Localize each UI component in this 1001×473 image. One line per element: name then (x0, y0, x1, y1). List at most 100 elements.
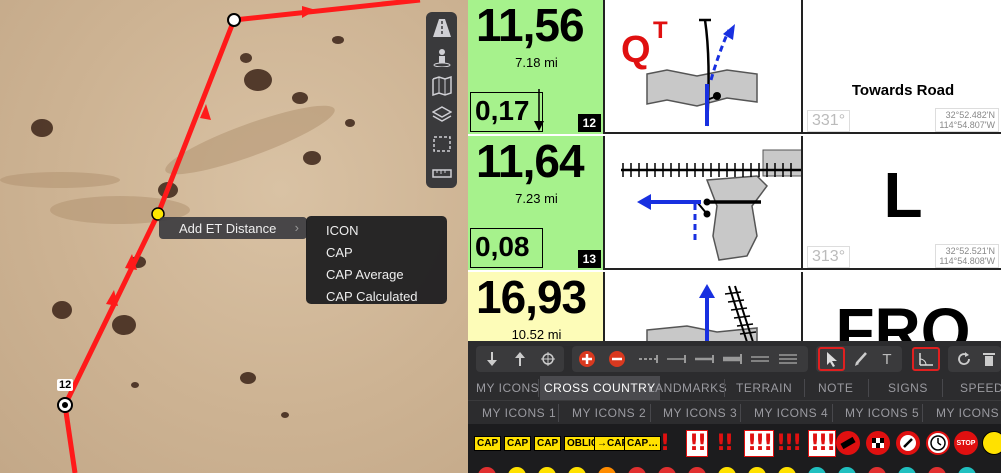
latitude: 32°52.521'N (945, 246, 995, 256)
submenu-item-cap-calculated[interactable]: CAP Calculated (306, 286, 447, 308)
color-dot[interactable] (688, 467, 706, 473)
add-circle-icon[interactable] (576, 347, 598, 371)
tab-my-icons-1[interactable]: MY ICONS 1 (482, 401, 556, 425)
roadbook-row[interactable]: 11,56 7.18 mi 0,17 12 Q T Towards Road 3… (468, 0, 1001, 134)
roadbook-row[interactable]: 16,93 10.52 mi FRO (468, 271, 1001, 341)
cap-calculated-icon[interactable]: CAP (534, 435, 562, 451)
move-up-icon[interactable] (510, 347, 530, 371)
tab-my-icons-2[interactable]: MY ICONS 2 (572, 401, 646, 425)
tab-my-icons-5[interactable]: MY ICONS 5 (845, 401, 919, 425)
context-menu-add-et-distance[interactable]: Add ET Distance › (159, 217, 307, 239)
checkered-flag-icon[interactable] (866, 431, 890, 455)
refresh-icon[interactable] (954, 347, 974, 371)
distance-cell[interactable]: 16,93 10.52 mi (468, 271, 605, 341)
danger-3-icon[interactable]: !!! (776, 431, 802, 456)
tulip-diagram[interactable] (607, 136, 803, 270)
map-view[interactable]: 12 Add ET Distance › ICON CAP CAP Averag… (0, 0, 468, 473)
line-thick-icon[interactable] (720, 347, 744, 371)
road-icon[interactable] (429, 15, 454, 40)
tulip-diagram[interactable]: Q T (607, 0, 803, 134)
cap-average-icon[interactable]: CAP (504, 435, 532, 451)
color-dot[interactable] (538, 467, 556, 473)
note-text: Towards Road (851, 82, 955, 99)
color-dot[interactable] (898, 467, 916, 473)
danger-3-box-icon[interactable]: !!! (744, 429, 775, 457)
edit-toolbar: T (468, 341, 1001, 376)
wrench-icon[interactable] (896, 431, 920, 455)
note-cell[interactable]: FRO (805, 272, 1001, 341)
cap-more-icon[interactable]: CAP… (624, 435, 662, 451)
trash-icon[interactable] (980, 347, 998, 371)
color-dot[interactable] (838, 467, 856, 473)
color-dot[interactable] (868, 467, 886, 473)
route-waypoint[interactable] (227, 13, 241, 27)
tab-divider (804, 379, 805, 397)
distance-cell[interactable]: 11,56 7.18 mi 0,17 12 (468, 0, 605, 134)
selection-icon[interactable] (429, 131, 454, 156)
danger-3-outline-icon[interactable]: !!! (808, 429, 836, 457)
text-tool-icon[interactable]: T (876, 347, 898, 371)
line-double-icon[interactable] (748, 347, 772, 371)
cap-icon[interactable]: CAP (474, 435, 502, 451)
color-dot[interactable] (658, 467, 676, 473)
stop-icon[interactable]: STOP (954, 431, 978, 455)
submenu-item-cap[interactable]: CAP (306, 242, 447, 264)
color-dot[interactable] (628, 467, 646, 473)
line-thin-icon[interactable] (664, 347, 688, 371)
move-down-icon[interactable] (482, 347, 502, 371)
color-dot[interactable] (478, 467, 496, 473)
note-cell[interactable]: Towards Road 331° 32°52.482'N 114°54.807… (805, 0, 1001, 134)
tab-my-icons-4[interactable]: MY ICONS 4 (754, 401, 828, 425)
line-medium-icon[interactable] (692, 347, 716, 371)
color-dot[interactable] (958, 467, 976, 473)
remove-circle-icon[interactable] (606, 347, 628, 371)
tab-divider (538, 379, 539, 397)
pen-tool-icon[interactable] (850, 347, 872, 371)
no-entry-icon[interactable] (836, 431, 860, 455)
heading: 331° (807, 110, 851, 132)
color-dot[interactable] (568, 467, 586, 473)
danger-2-box-icon[interactable]: !! (686, 429, 709, 457)
note-cell[interactable]: L 313° 32°52.521'N 114°54.808'W (805, 136, 1001, 270)
tab-my-icons-3[interactable]: MY ICONS 3 (663, 401, 737, 425)
tab-note[interactable]: NOTE (818, 376, 853, 400)
warning-icon[interactable] (982, 431, 1001, 455)
color-dot[interactable] (778, 467, 796, 473)
danger-2-icon[interactable]: !! (716, 431, 734, 456)
coordinates: 32°52.521'N 114°54.808'W (935, 244, 999, 268)
tab-my-icons-6[interactable]: MY ICONS 6 (936, 401, 1001, 425)
color-dot[interactable] (928, 467, 946, 473)
tab-speed[interactable]: SPEED (960, 376, 1001, 400)
pointer-tool-icon[interactable] (818, 347, 845, 371)
distance-cell[interactable]: 11,64 7.23 mi 0,08 13 (468, 135, 605, 270)
arrow-down-icon (534, 89, 544, 131)
submenu-item-cap-average[interactable]: CAP Average (306, 264, 447, 286)
color-dot[interactable] (748, 467, 766, 473)
tab-my-icons[interactable]: MY ICONS (476, 376, 539, 400)
tulip-diagram[interactable] (607, 272, 803, 341)
layers-icon[interactable] (429, 102, 454, 127)
angle-ruler-icon[interactable] (912, 347, 940, 371)
color-dot[interactable] (718, 467, 736, 473)
line-dashed-icon[interactable] (636, 347, 660, 371)
color-dot[interactable] (808, 467, 826, 473)
ruler-icon[interactable] (429, 160, 454, 185)
color-dot[interactable] (598, 467, 616, 473)
tab-signs[interactable]: SIGNS (888, 376, 928, 400)
distance-miles: 7.18 mi (515, 55, 558, 70)
tab-terrain[interactable]: TERRAIN (736, 376, 792, 400)
danger-1-icon[interactable]: ! (660, 431, 670, 456)
map-icon[interactable] (429, 73, 454, 98)
clock-icon[interactable] (926, 431, 950, 455)
line-triple-icon[interactable] (776, 347, 800, 371)
submenu-item-icon[interactable]: ICON (306, 220, 447, 242)
tab-landmarks[interactable]: LANDMARKS (648, 376, 727, 400)
target-icon[interactable] (538, 347, 558, 371)
coordinates: 32°52.482'N 114°54.807'W (935, 108, 999, 132)
tab-cross-country[interactable]: CROSS COUNTRY (540, 376, 660, 400)
color-dot[interactable] (508, 467, 526, 473)
waypoint-label: 12 (57, 379, 74, 391)
map-toolbar (426, 12, 457, 188)
person-icon[interactable] (429, 44, 454, 69)
roadbook-row[interactable]: 11,64 7.23 mi 0,08 13 L 313° 32°52.521'N… (468, 135, 1001, 270)
